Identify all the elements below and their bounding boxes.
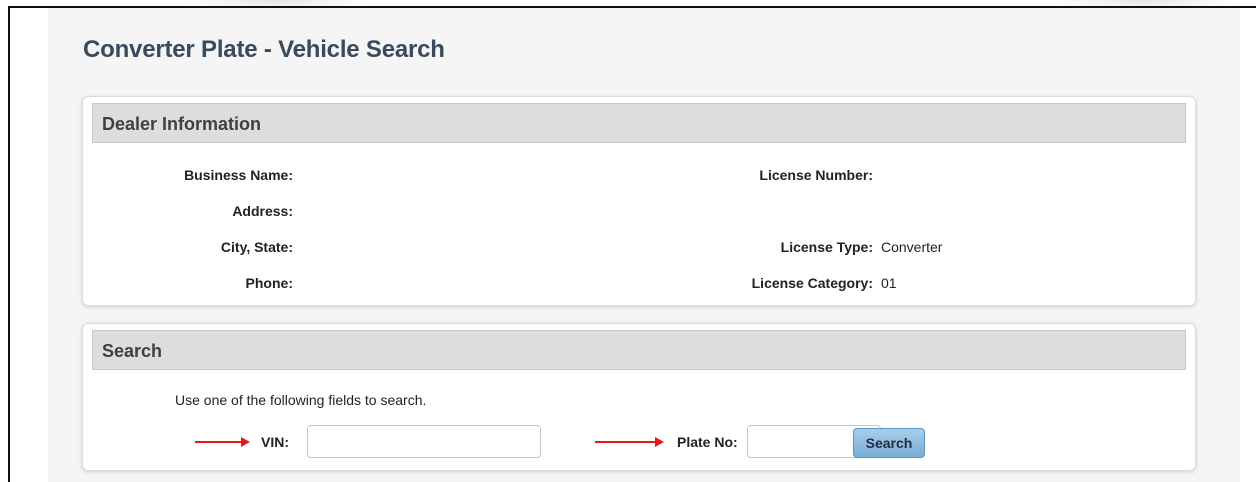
dealer-information-panel: Dealer Information Business Name: Addres… bbox=[82, 96, 1196, 306]
search-header: Search bbox=[92, 330, 1186, 370]
page-title: Converter Plate - Vehicle Search bbox=[83, 36, 445, 63]
license-number-redaction bbox=[879, 167, 947, 187]
search-instructions: Use one of the following fields to searc… bbox=[175, 392, 427, 408]
phone-label: Phone: bbox=[245, 275, 293, 291]
search-title: Search bbox=[102, 341, 163, 361]
vin-arrow-icon bbox=[195, 436, 251, 448]
license-number-label: License Number: bbox=[759, 167, 873, 183]
search-button[interactable]: Search bbox=[853, 428, 925, 458]
vin-input[interactable] bbox=[307, 425, 541, 458]
dealer-information-header: Dealer Information bbox=[92, 103, 1186, 143]
address-label: Address: bbox=[232, 203, 293, 219]
dealer-details-redaction bbox=[301, 167, 601, 301]
license-category-value: 01 bbox=[881, 275, 897, 291]
plate-no-label: Plate No: bbox=[677, 434, 738, 450]
license-type-value: Converter bbox=[881, 239, 943, 255]
license-type-label: License Type: bbox=[780, 239, 873, 255]
vin-label: VIN: bbox=[261, 434, 289, 450]
search-panel: Search Use one of the following fields t… bbox=[82, 323, 1196, 471]
plate-arrow-icon bbox=[595, 436, 667, 448]
business-name-label: Business Name: bbox=[184, 167, 293, 183]
license-category-label: License Category: bbox=[751, 275, 873, 291]
city-state-label: City, State: bbox=[220, 239, 293, 255]
dealer-information-title: Dealer Information bbox=[102, 114, 262, 134]
